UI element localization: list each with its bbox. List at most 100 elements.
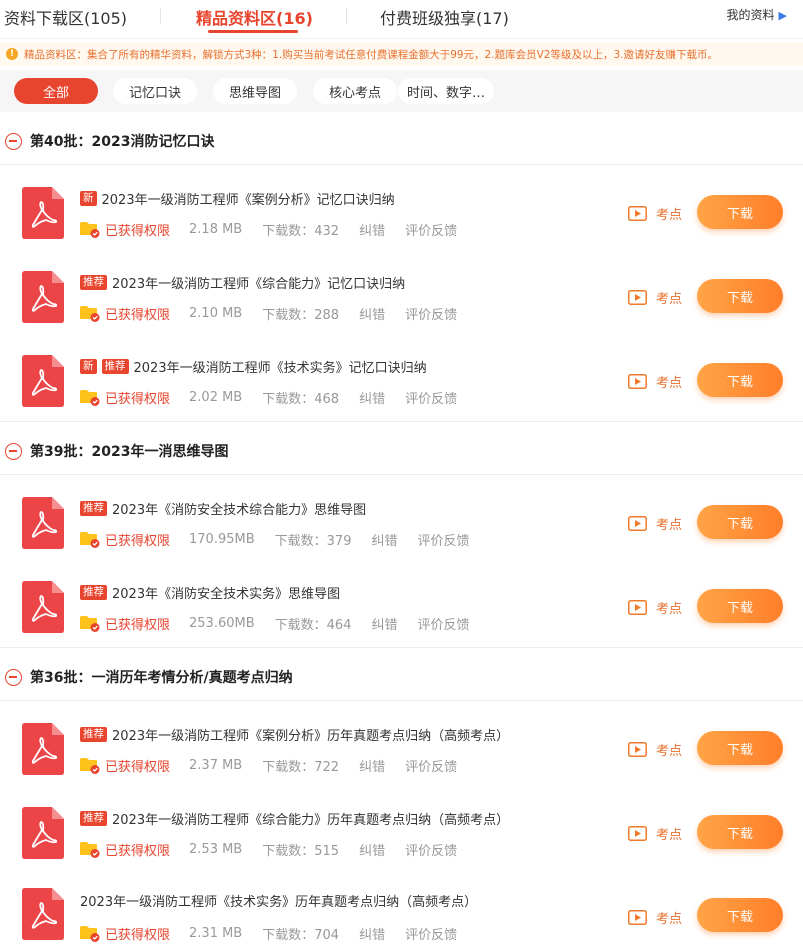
report-error-link[interactable]: 纠错 [359,220,385,239]
permission-status: 已获得权限 [105,534,171,549]
pdf-file-icon [22,497,64,549]
pdf-file-icon [22,187,64,239]
item-title-row: 推荐 2023年《消防安全技术实务》思维导图 [80,583,340,602]
report-error-link[interactable]: 纠错 [371,614,397,633]
feedback-link[interactable]: 评价反馈 [405,220,457,239]
video-play-icon [628,290,647,305]
key-points-link[interactable]: 考点 [628,740,682,759]
pdf-file-icon [22,723,64,775]
tab-download-area[interactable]: 资料下载区(105) [4,5,127,29]
item-title[interactable]: 2023年一级消防工程师《案例分析》记忆口诀归纳 [102,189,395,208]
download-button[interactable]: 下载 [697,505,783,539]
item-title[interactable]: 2023年一级消防工程师《技术实务》记忆口诀归纳 [134,357,427,376]
report-error-link[interactable]: 纠错 [359,756,385,775]
tab-premium-area[interactable]: 精品资料区(16) [196,5,313,29]
section-header[interactable]: 第36批：一消历年考情分析/真题考点归纳 [0,654,803,700]
download-count-label: 下载数： [262,844,315,859]
download-button[interactable]: 下载 [697,279,783,313]
permission-status: 已获得权限 [105,308,171,323]
key-points-link[interactable]: 考点 [628,204,682,223]
download-button[interactable]: 下载 [697,363,783,397]
item-title[interactable]: 2023年《消防安全技术实务》思维导图 [112,583,340,602]
collapse-icon[interactable] [5,132,22,150]
my-materials-link[interactable]: 我的资料 ▶ [727,6,787,23]
pdf-file-icon [22,271,64,323]
key-points-link[interactable]: 考点 [628,372,682,391]
feedback-link[interactable]: 评价反馈 [405,924,457,943]
download-button[interactable]: 下载 [697,815,783,849]
feedback-link[interactable]: 评价反馈 [418,530,470,549]
filter-mnemonics[interactable]: 记忆口诀 [113,78,197,104]
item-title[interactable]: 2023年一级消防工程师《案例分析》历年真题考点归纳（高频考点） [112,725,509,744]
download-button[interactable]: 下载 [697,898,783,932]
notice-text: 精品资料区：集合了所有的精华资料，解锁方式3种：1.购买当前考试任意付费课程金额… [24,48,718,61]
download-button[interactable]: 下载 [697,195,783,229]
permission-status: 已获得权限 [105,224,171,239]
file-size: 2.02 MB [189,390,243,405]
list-item: 推荐 2023年《消防安全技术实务》思维导图 已获得权限 253.60MB 下载… [0,566,803,650]
report-error-link[interactable]: 纠错 [359,840,385,859]
item-title-row: 新 推荐 2023年一级消防工程师《技术实务》记忆口诀归纳 [80,357,427,376]
filter-core-points[interactable]: 核心考点 [313,78,397,104]
key-points-label: 考点 [656,292,683,307]
filter-mind-maps[interactable]: 思维导图 [213,78,297,104]
permission-status: 已获得权限 [105,392,171,407]
item-title-row: 推荐 2023年《消防安全技术综合能力》思维导图 [80,499,366,518]
video-play-icon [628,374,647,389]
key-points-label: 考点 [656,208,683,223]
section-divider [0,164,803,165]
download-count-label: 下载数： [274,618,327,633]
file-size: 2.31 MB [189,926,243,941]
collapse-icon[interactable] [5,668,22,686]
file-size: 2.10 MB [189,306,243,321]
list-item: 推荐 2023年《消防安全技术综合能力》思维导图 已获得权限 170.95MB … [0,482,803,566]
section-header[interactable]: 第40批：2023消防记忆口诀 [0,118,803,164]
key-points-link[interactable]: 考点 [628,514,682,533]
feedback-link[interactable]: 评价反馈 [405,756,457,775]
feedback-link[interactable]: 评价反馈 [405,840,457,859]
download-count: 下载数：464 [275,614,352,633]
new-badge: 新 [80,191,97,206]
key-points-link[interactable]: 考点 [628,288,682,307]
report-error-link[interactable]: 纠错 [371,530,397,549]
download-count: 下载数：432 [262,220,339,239]
item-title[interactable]: 2023年一级消防工程师《综合能力》历年真题考点归纳（高频考点） [112,809,509,828]
key-points-label: 考点 [656,912,683,927]
permission-status: 已获得权限 [105,928,171,943]
list-item: 推荐 2023年一级消防工程师《综合能力》历年真题考点归纳（高频考点） 已获得权… [0,792,803,876]
key-points-label: 考点 [656,828,683,843]
filter-time-numbers[interactable]: 时间、数字… [398,78,494,104]
item-title[interactable]: 2023年《消防安全技术综合能力》思维导图 [112,499,366,518]
item-title[interactable]: 2023年一级消防工程师《技术实务》历年真题考点归纳（高频考点） [80,891,477,910]
report-error-link[interactable]: 纠错 [359,924,385,943]
tab-paid-class[interactable]: 付费班级独享(17) [380,5,509,29]
report-error-link[interactable]: 纠错 [359,304,385,323]
item-meta-row: 已获得权限 2.10 MB 下载数：288 纠错 评价反馈 [80,304,457,323]
collapse-icon[interactable] [5,442,22,460]
key-points-link[interactable]: 考点 [628,824,682,843]
filter-all[interactable]: 全部 [14,78,98,104]
item-title[interactable]: 2023年一级消防工程师《综合能力》记忆口诀归纳 [112,273,405,292]
list-item: 新 推荐 2023年一级消防工程师《技术实务》记忆口诀归纳 已获得权限 2.02… [0,340,803,424]
key-points-link[interactable]: 考点 [628,598,682,617]
download-count-value: 464 [326,618,352,633]
download-button[interactable]: 下载 [697,589,783,623]
item-title-row: 推荐 2023年一级消防工程师《案例分析》历年真题考点归纳（高频考点） [80,725,509,744]
feedback-link[interactable]: 评价反馈 [405,304,457,323]
download-count: 下载数：515 [262,840,339,859]
folder-lock-icon [80,305,100,322]
download-button[interactable]: 下载 [697,731,783,765]
key-points-link[interactable]: 考点 [628,908,682,927]
download-count-value: 468 [314,392,340,407]
download-count: 下载数：379 [275,530,352,549]
folder-lock-icon [80,615,100,632]
folder-lock-icon [80,531,100,548]
item-meta-row: 已获得权限 253.60MB 下载数：464 纠错 评价反馈 [80,614,470,633]
feedback-link[interactable]: 评价反馈 [418,614,470,633]
section-header[interactable]: 第39批：2023年一消思维导图 [0,428,803,474]
video-play-icon [628,516,647,531]
feedback-link[interactable]: 评价反馈 [405,388,457,407]
warning-icon: ! [6,48,18,60]
item-title-row: 推荐 2023年一级消防工程师《综合能力》历年真题考点归纳（高频考点） [80,809,509,828]
report-error-link[interactable]: 纠错 [359,388,385,407]
